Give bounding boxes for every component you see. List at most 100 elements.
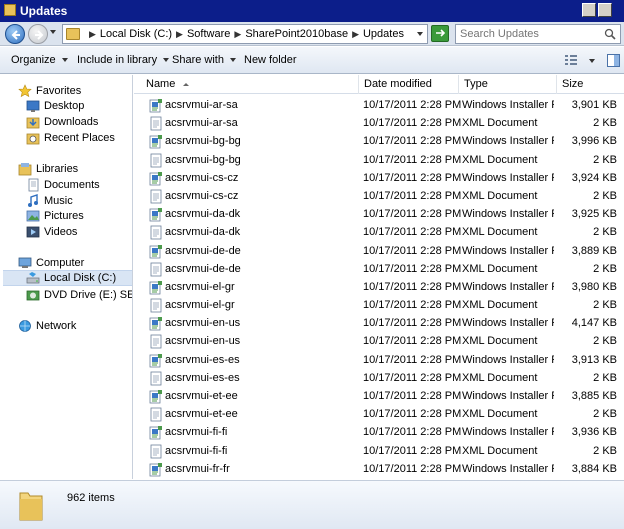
refresh-button[interactable] xyxy=(431,25,449,42)
recent-pages-dropdown[interactable] xyxy=(50,30,56,34)
table-row[interactable]: acsrvmui-de-de 10/17/2011 2:28 PM Windows … xyxy=(134,243,624,261)
nav-videos[interactable]: Videos xyxy=(26,224,77,240)
table-row[interactable]: acsrvmui-el-gr 10/17/2011 2:28 PM Windows … xyxy=(134,279,624,297)
search-box[interactable] xyxy=(455,24,621,44)
search-input[interactable] xyxy=(460,27,600,41)
table-row[interactable]: acsrvmui-bg-bg 10/17/2011 2:28 PM XML Docu… xyxy=(134,152,624,170)
table-row[interactable]: acsrvmui-el-gr 10/17/2011 2:28 PM XML Docu… xyxy=(134,297,624,315)
file-name[interactable]: acsrvmui-fi-fi xyxy=(165,445,355,457)
chevron-right-icon[interactable]: ▶ xyxy=(234,29,241,40)
include-in-library-button[interactable]: Include in library xyxy=(77,54,170,66)
breadcrumb-local-disk[interactable]: Local Disk (C:) xyxy=(100,28,172,40)
file-name[interactable]: acsrvmui-en-us xyxy=(165,335,355,347)
table-row[interactable]: acsrvmui-et-ee 10/17/2011 2:28 PM Windows … xyxy=(134,388,624,406)
minimize-button[interactable] xyxy=(582,3,596,17)
table-row[interactable]: acsrvmui-da-dk 10/17/2011 2:28 PM XML Docu… xyxy=(134,224,624,242)
chevron-right-icon[interactable]: ▶ xyxy=(352,29,359,40)
table-row[interactable]: acsrvmui-en-us 10/17/2011 2:28 PM XML Docu… xyxy=(134,333,624,351)
change-view-icon[interactable] xyxy=(564,54,578,66)
file-date-modified: 10/17/2011 2:28 PM xyxy=(363,280,462,293)
nav-desktop[interactable]: Desktop xyxy=(26,98,84,114)
nav-pictures-label: Pictures xyxy=(44,210,84,222)
table-row[interactable]: acsrvmui-bg-bg 10/17/2011 2:28 PM Windows … xyxy=(134,133,624,151)
column-header-size[interactable]: Size xyxy=(557,75,624,94)
file-name[interactable]: acsrvmui-bg-bg xyxy=(165,154,355,166)
file-name[interactable]: acsrvmui-el-gr xyxy=(165,281,355,293)
nav-music[interactable]: Music xyxy=(26,193,73,209)
table-row[interactable]: acsrvmui-fi-fi 10/17/2011 2:28 PM XML Docu… xyxy=(134,443,624,461)
table-row[interactable]: acsrvmui-cs-cz 10/17/2011 2:28 PM Windows … xyxy=(134,170,624,188)
table-row[interactable]: acsrvmui-ar-sa 10/17/2011 2:28 PM Windows … xyxy=(134,97,624,115)
desktop-icon xyxy=(26,100,40,112)
address-dropdown[interactable] xyxy=(417,32,423,36)
file-name[interactable]: acsrvmui-de-de xyxy=(165,245,355,257)
nav-music-label: Music xyxy=(44,195,73,207)
file-name[interactable]: acsrvmui-da-dk xyxy=(165,226,355,238)
nav-libraries[interactable]: Libraries xyxy=(18,161,78,177)
file-name[interactable]: acsrvmui-en-us xyxy=(165,317,355,329)
nav-dvd-drive[interactable]: DVD Drive (E:) SERVEF xyxy=(26,287,132,303)
file-size: 3,996 KB xyxy=(571,135,617,148)
new-folder-button[interactable]: New folder xyxy=(244,54,297,66)
file-name[interactable]: acsrvmui-el-gr xyxy=(165,299,355,311)
nav-downloads[interactable]: Downloads xyxy=(26,114,98,130)
file-type: XML Document xyxy=(462,408,538,421)
file-name[interactable]: acsrvmui-de-de xyxy=(165,263,355,275)
chevron-down-icon xyxy=(61,58,68,62)
table-row[interactable]: acsrvmui-da-dk 10/17/2011 2:28 PM Windows … xyxy=(134,206,624,224)
breadcrumb-software[interactable]: Software xyxy=(187,28,230,40)
file-name[interactable]: acsrvmui-es-es xyxy=(165,372,355,384)
table-row[interactable]: acsrvmui-fi-fi 10/17/2011 2:28 PM Windows … xyxy=(134,424,624,442)
file-name[interactable]: acsrvmui-es-es xyxy=(165,354,355,366)
chevron-down-icon xyxy=(229,58,236,62)
music-icon xyxy=(28,194,38,207)
file-name[interactable]: acsrvmui-ar-sa xyxy=(165,99,355,111)
file-name[interactable]: acsrvmui-et-ee xyxy=(165,390,355,402)
column-header-name[interactable]: Name xyxy=(141,75,359,94)
nav-computer[interactable]: Computer xyxy=(18,255,84,271)
sort-ascending-icon xyxy=(183,82,190,86)
preview-pane-icon[interactable] xyxy=(607,54,620,67)
table-row[interactable]: acsrvmui-ar-sa 10/17/2011 2:28 PM XML Docu… xyxy=(134,115,624,133)
share-with-button[interactable]: Share with xyxy=(172,54,236,66)
file-size: 3,913 KB xyxy=(571,353,617,366)
breadcrumb-updates[interactable]: Updates xyxy=(363,28,404,40)
file-name[interactable]: acsrvmui-fr-fr xyxy=(165,463,355,475)
chevron-right-icon[interactable]: ▶ xyxy=(176,29,183,40)
nav-documents[interactable]: Documents xyxy=(26,177,100,193)
table-row[interactable]: acsrvmui-es-es 10/17/2011 2:28 PM XML Docu… xyxy=(134,370,624,388)
nav-recent-places[interactable]: Recent Places xyxy=(26,130,115,146)
chevron-right-icon[interactable]: ▶ xyxy=(89,29,96,40)
views-dropdown[interactable] xyxy=(589,59,595,63)
search-icon[interactable] xyxy=(604,28,616,40)
nav-pictures[interactable]: Pictures xyxy=(26,208,84,224)
table-row[interactable]: acsrvmui-fr-fr 10/17/2011 2:28 PM Windows … xyxy=(134,461,624,479)
nav-videos-label: Videos xyxy=(44,226,78,238)
file-date-modified: 10/17/2011 2:28 PM xyxy=(363,335,462,348)
nav-favorites[interactable]: Favorites xyxy=(18,83,81,99)
table-row[interactable]: acsrvmui-de-de 10/17/2011 2:28 PM XML Docu… xyxy=(134,261,624,279)
table-row[interactable]: acsrvmui-en-us 10/17/2011 2:28 PM Windows … xyxy=(134,315,624,333)
file-name[interactable]: acsrvmui-cs-cz xyxy=(165,190,355,202)
file-name[interactable]: acsrvmui-da-dk xyxy=(165,208,355,220)
table-row[interactable]: acsrvmui-es-es 10/17/2011 2:28 PM Windows … xyxy=(134,352,624,370)
table-row[interactable]: acsrvmui-cs-cz 10/17/2011 2:28 PM XML Docu… xyxy=(134,188,624,206)
file-name[interactable]: acsrvmui-fi-fi xyxy=(165,426,355,438)
file-name[interactable]: acsrvmui-et-ee xyxy=(165,408,355,420)
forward-button[interactable] xyxy=(28,24,48,44)
column-header-date-modified[interactable]: Date modified xyxy=(359,75,459,94)
breadcrumb[interactable]: ▶ Local Disk (C:) ▶ Software ▶ SharePoin… xyxy=(62,24,428,44)
organize-button[interactable]: Organize xyxy=(11,54,68,66)
breadcrumb-sharepoint2010base[interactable]: SharePoint2010base xyxy=(245,28,348,40)
nav-network[interactable]: Network xyxy=(18,318,76,334)
maximize-button[interactable] xyxy=(598,3,612,17)
file-name[interactable]: acsrvmui-cs-cz xyxy=(165,172,355,184)
file-name[interactable]: acsrvmui-bg-bg xyxy=(165,135,355,147)
msi-installer-icon xyxy=(149,462,163,477)
back-button[interactable] xyxy=(5,24,25,44)
nav-local-disk[interactable]: Local Disk (C:) xyxy=(3,270,132,286)
file-name[interactable]: acsrvmui-ar-sa xyxy=(165,117,355,129)
table-row[interactable]: acsrvmui-et-ee 10/17/2011 2:28 PM XML Docu… xyxy=(134,406,624,424)
column-header-type[interactable]: Type xyxy=(459,75,557,94)
msi-installer-icon xyxy=(149,425,163,440)
